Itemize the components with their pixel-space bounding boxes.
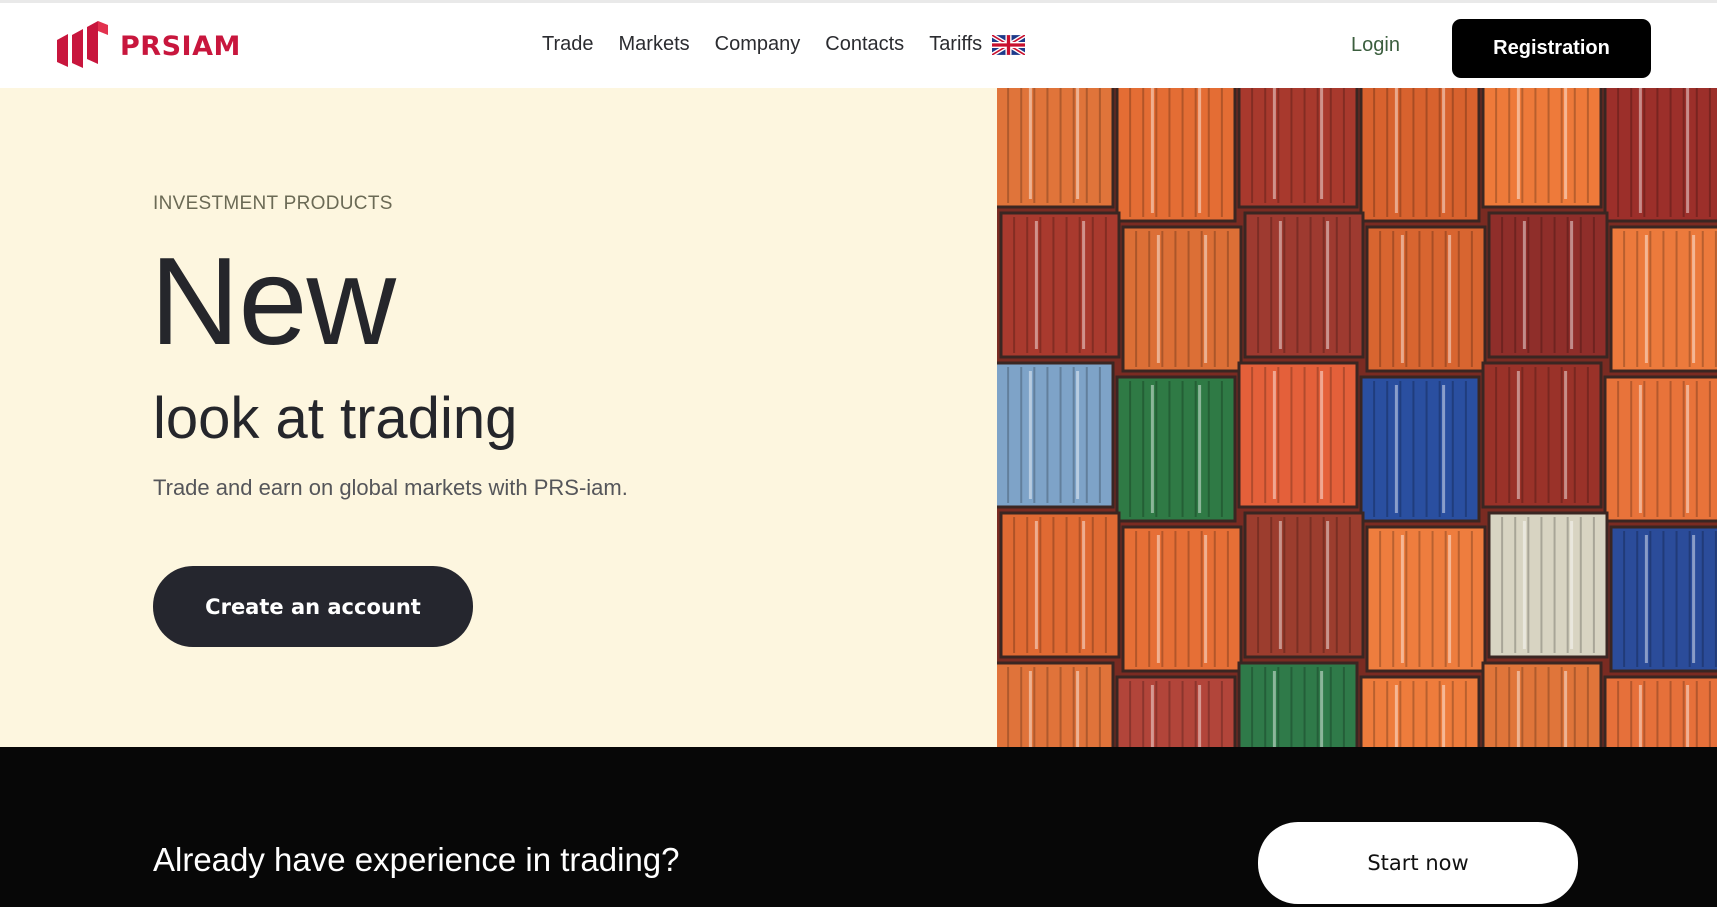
nav-item-markets[interactable]: Markets xyxy=(619,33,690,56)
hero-headline: New xyxy=(150,233,396,371)
start-now-button[interactable]: Start now xyxy=(1258,822,1578,904)
logo-bars-icon xyxy=(57,21,108,68)
experience-band: Already have experience in trading? Star… xyxy=(0,747,1717,907)
brand-logo[interactable]: PRSIAM xyxy=(55,21,241,71)
hero-eyebrow: INVESTMENT PRODUCTS xyxy=(153,193,393,214)
nav-item-company[interactable]: Company xyxy=(715,33,801,56)
hero-subheadline: look at trading xyxy=(153,386,518,451)
hero-section: INVESTMENT PRODUCTS New look at trading … xyxy=(0,88,1717,747)
nav-item-trade[interactable]: Trade xyxy=(542,33,594,56)
band-title: Already have experience in trading? xyxy=(153,841,680,878)
registration-button[interactable]: Registration xyxy=(1452,19,1651,78)
site-header: PRSIAM Trade Markets Company Contacts Ta… xyxy=(0,3,1717,88)
create-account-button[interactable]: Create an account xyxy=(153,566,473,647)
hero-description: Trade and earn on global markets with PR… xyxy=(153,475,628,500)
brand-name: PRSIAM xyxy=(120,30,241,62)
hero-containers-image xyxy=(997,88,1717,747)
main-nav: Trade Markets Company Contacts Tariffs xyxy=(542,33,1026,56)
nav-item-contacts[interactable]: Contacts xyxy=(825,33,904,56)
login-link[interactable]: Login xyxy=(1351,34,1400,57)
uk-flag-icon[interactable] xyxy=(992,34,1026,55)
nav-item-tariffs[interactable]: Tariffs xyxy=(929,33,982,56)
hero-content: INVESTMENT PRODUCTS New look at trading … xyxy=(0,88,997,747)
